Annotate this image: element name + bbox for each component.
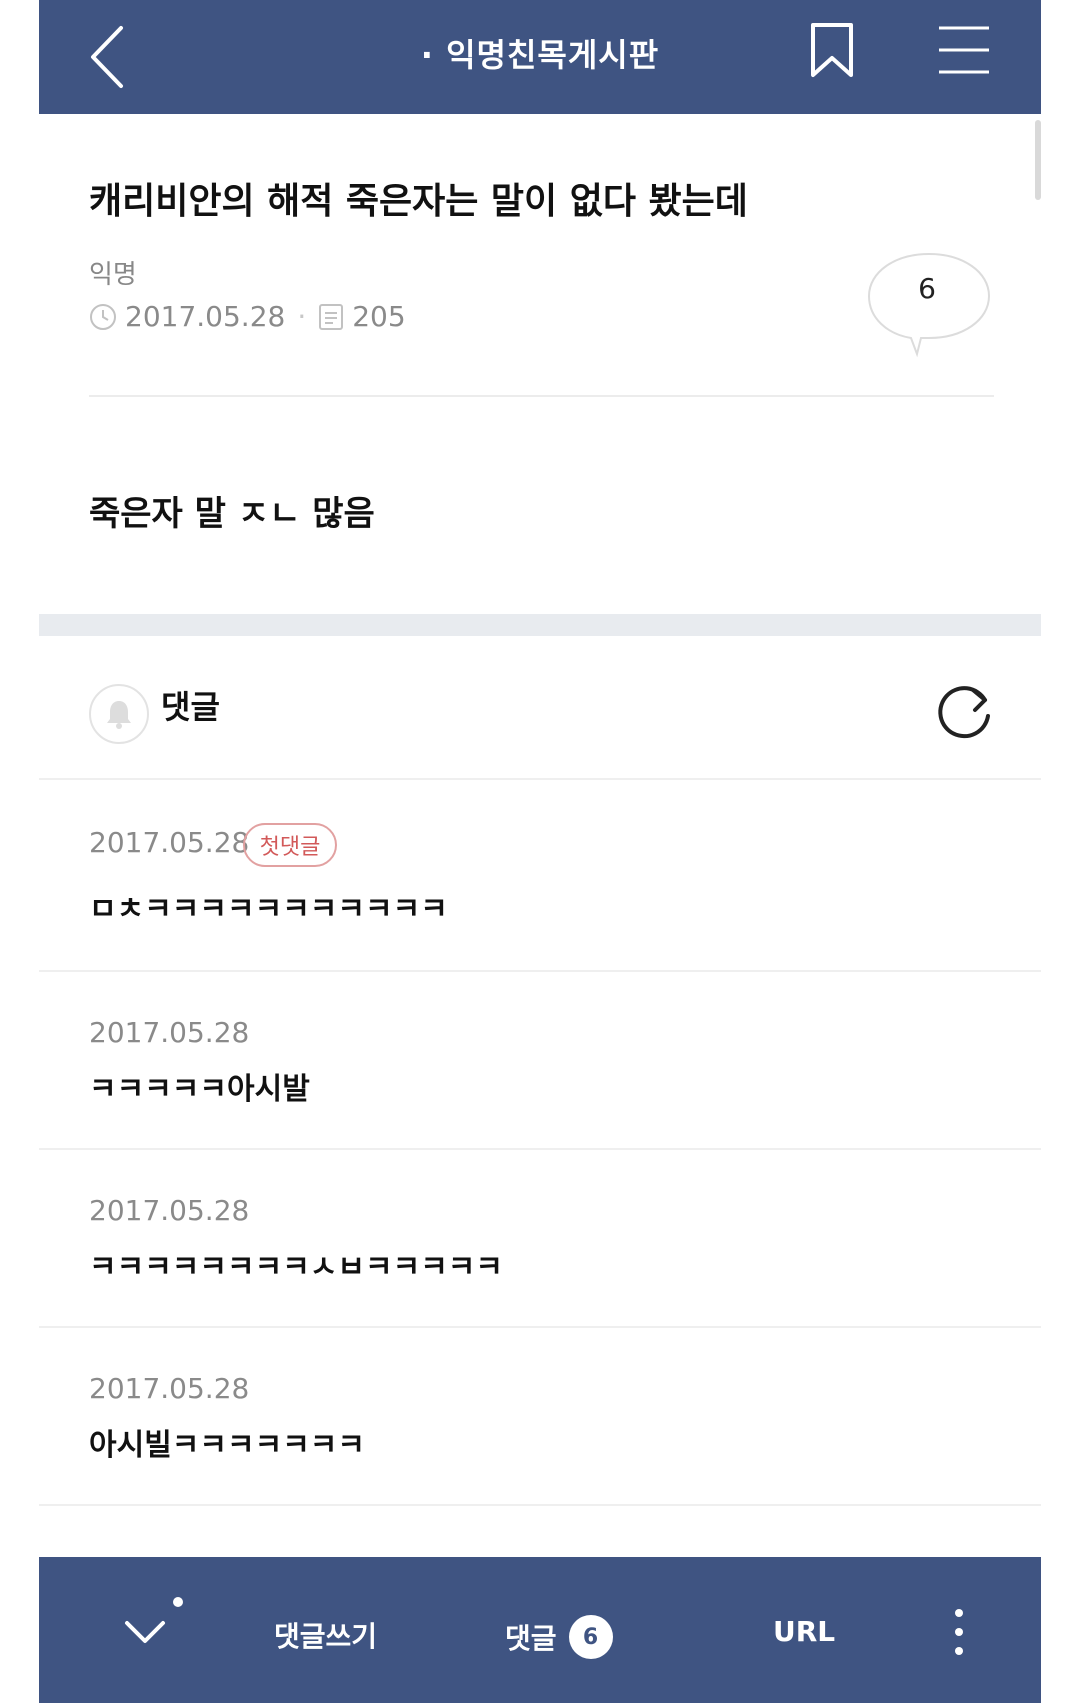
divider: [39, 778, 1041, 780]
notify-button[interactable]: [89, 684, 149, 744]
refresh-button[interactable]: [935, 680, 997, 742]
comment-date: 2017.05.28: [89, 826, 250, 859]
first-comment-badge: 첫댓글: [243, 823, 337, 867]
post-title: 캐리비안의 해적 죽은자는 말이 없다 봤는데: [89, 181, 748, 222]
divider: [39, 1326, 1041, 1328]
divider: [89, 395, 994, 397]
bell-icon: [107, 701, 131, 729]
bottom-bar: 댓글쓰기 댓글 6 URL: [39, 1557, 1041, 1703]
post-date: 2017.05.28: [125, 300, 286, 333]
post-views: 205: [352, 300, 406, 333]
comment-text: 아시빌ㅋㅋㅋㅋㅋㅋㅋ: [89, 1428, 365, 1463]
top-bar: · 익명친목게시판: [39, 0, 1041, 114]
comment-text: ㅋㅋㅋㅋㅋㅋㅋㅋㅅㅂㅋㅋㅋㅋㅋ: [89, 1250, 503, 1285]
board-title: · 익명친목게시판: [420, 36, 660, 74]
scrollbar-thumb[interactable]: [1035, 120, 1041, 200]
section-separator: [39, 614, 1041, 636]
chevron-down-icon: [125, 1621, 165, 1643]
comment-date: 2017.05.28: [89, 1016, 250, 1049]
bookmark-icon: [811, 23, 853, 77]
meta-separator: ·: [297, 300, 307, 333]
comments-title: 댓글: [161, 688, 220, 726]
scroll-down-button[interactable]: [117, 1607, 173, 1657]
post-body: 죽은자 말 ㅈㄴ 많음: [89, 494, 375, 534]
comment-text: ㅋㅋㅋㅋㅋ아시발: [89, 1072, 310, 1107]
bookmark-button[interactable]: [809, 22, 855, 78]
write-comment-button[interactable]: 댓글쓰기: [274, 1615, 377, 1655]
comment-text: ㅁㅊㅋㅋㅋㅋㅋㅋㅋㅋㅋㅋㅋ: [89, 892, 448, 927]
hamburger-menu-icon: [939, 26, 989, 74]
url-button[interactable]: URL: [773, 1615, 835, 1648]
indicator-dot: [173, 1597, 183, 1607]
comment-bubble-icon[interactable]: [865, 250, 995, 360]
comment-count: 6: [918, 272, 936, 305]
menu-button[interactable]: [939, 24, 989, 76]
post-author: 익명: [89, 260, 137, 290]
refresh-icon: [938, 686, 990, 739]
document-icon: [319, 303, 344, 330]
divider: [39, 970, 1041, 972]
divider: [39, 1504, 1041, 1506]
comments-count-badge: 6: [568, 1615, 613, 1659]
comment-date: 2017.05.28: [89, 1372, 250, 1405]
app-frame: · 익명친목게시판 캐리비안의 해적 죽은자는 말이 없다 봤는데 익명 201…: [39, 0, 1041, 1703]
divider: [39, 1148, 1041, 1150]
comment-date: 2017.05.28: [89, 1194, 250, 1227]
comments-button[interactable]: 댓글 6: [505, 1615, 613, 1659]
clock-icon: [90, 303, 116, 330]
comments-label: 댓글: [505, 1622, 557, 1655]
more-vertical-icon: [955, 1609, 963, 1655]
more-button[interactable]: [949, 1605, 969, 1659]
post-meta: 2017.05.28 · 205: [89, 300, 406, 333]
